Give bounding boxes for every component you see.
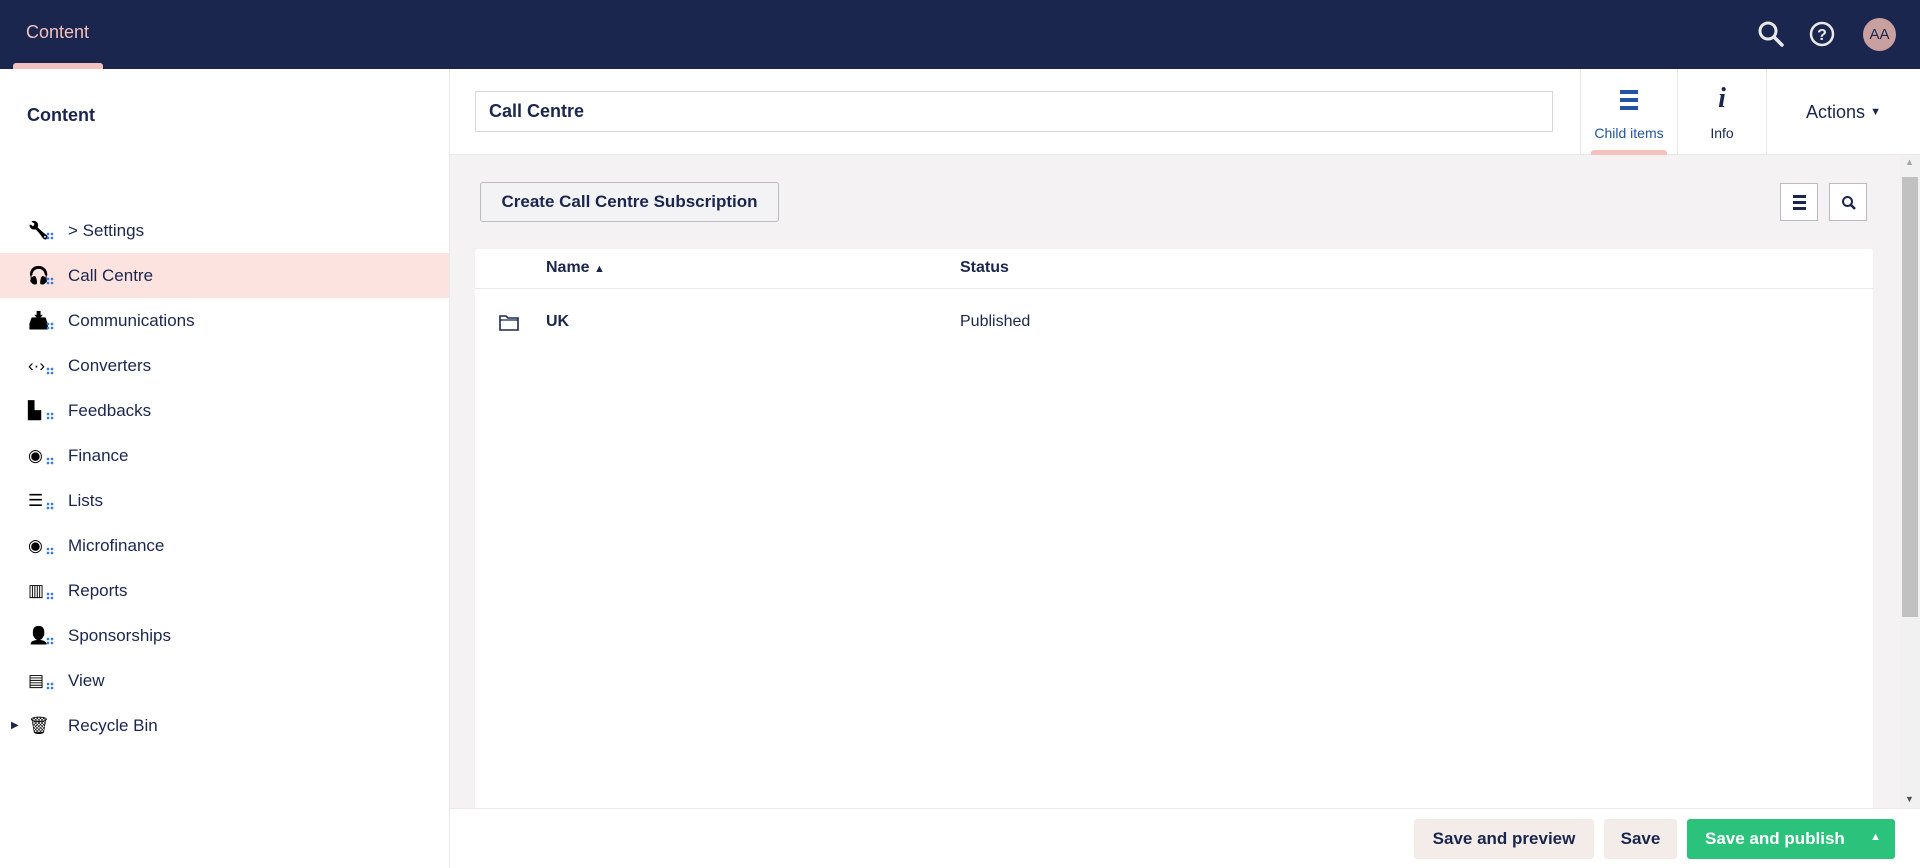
actions-button[interactable]: Actions ▼ [1766, 69, 1920, 155]
scroll-up-icon[interactable]: ▲ [1905, 157, 1914, 167]
column-name[interactable]: Name ▲ [546, 259, 605, 277]
row-name[interactable]: UK [546, 313, 569, 331]
document-type-dots [46, 637, 54, 645]
tree-item-label: Recycle Bin [68, 715, 158, 735]
layout-toggle-button[interactable] [1780, 183, 1818, 221]
tree-item-communications[interactable]: 📥 Communications [0, 298, 449, 343]
tree-item-label: Call Centre [68, 265, 154, 285]
scroll-down-icon[interactable]: ▼ [1905, 794, 1914, 804]
tree-item-label: View [68, 670, 105, 690]
tab-child-items[interactable]: Child items [1580, 69, 1677, 155]
document-type-dots [46, 277, 54, 285]
scrollbar-thumb[interactable] [1902, 177, 1918, 617]
name-input[interactable]: Call Centre [475, 91, 1553, 132]
content-tree: Content 🔧 > Settings 🎧 Call Centre 📥 Communic… [0, 69, 450, 868]
document-type-dots [46, 232, 54, 240]
document-type-dots [46, 502, 54, 510]
editor-header: Call Centre Child items i Info Actions ▼ [450, 69, 1920, 155]
tree-item-label: Converters [68, 355, 152, 375]
search-icon[interactable] [1757, 20, 1785, 48]
info-icon: i [1718, 83, 1726, 114]
help-icon[interactable]: ? [1808, 20, 1836, 48]
caret-up-icon[interactable]: ▲ [1870, 831, 1881, 843]
expand-caret-icon[interactable]: ▶ [11, 720, 19, 731]
tab-info[interactable]: i Info [1677, 69, 1766, 155]
tree-title: Content [27, 105, 95, 125]
tree-item-label: Reports [68, 580, 128, 600]
top-bar: Content ? AA [0, 0, 1920, 69]
tree-item-label: Sponsorships [68, 625, 172, 645]
tree-item-finance[interactable]: ◉ Finance [0, 433, 449, 478]
document-type-dots [46, 457, 54, 465]
document-type-dots [46, 592, 54, 600]
list-icon [1620, 90, 1638, 110]
tree-item-lists[interactable]: ☰ Lists [0, 478, 449, 523]
sort-ascending-icon: ▲ [594, 263, 605, 275]
list-view: Create Call Centre Subscription Name ▲ S… [450, 155, 1900, 808]
tree-item-sponsorships[interactable]: 👤 Sponsorships [0, 613, 449, 658]
tree-item-label: Microfinance [68, 535, 165, 555]
section-content[interactable]: Content [26, 22, 89, 43]
scrollbar[interactable]: ▲ ▼ [1900, 155, 1920, 808]
document-type-dots [46, 412, 54, 420]
save-and-preview-button[interactable]: Save and preview [1414, 819, 1594, 859]
tree-item-label: Communications [68, 310, 195, 330]
search-button[interactable] [1829, 183, 1867, 221]
save-button[interactable]: Save [1604, 819, 1677, 859]
tree-item-label: > Settings [68, 220, 145, 240]
column-status[interactable]: Status [960, 259, 1009, 277]
tree-item-recyclebin[interactable]: ▶ 🗑 Recycle Bin [0, 703, 449, 748]
tree-item-settings[interactable]: 🔧 > Settings [0, 208, 449, 253]
tree-item-label: Feedbacks [68, 400, 152, 420]
tree-item-view[interactable]: ▤ View [0, 658, 449, 703]
list-icon [1793, 195, 1806, 210]
table-header: Name ▲ Status [475, 249, 1873, 289]
table-row[interactable]: UK Published [475, 289, 1873, 355]
document-type-dots [46, 322, 54, 330]
tree-item-callcentre[interactable]: 🎧 Call Centre [0, 253, 449, 298]
folder-icon [499, 315, 519, 331]
avatar[interactable]: AA [1863, 18, 1896, 51]
tree-item-label: Finance [68, 445, 129, 465]
trash-icon: 🗑 [28, 715, 50, 735]
tree-item-label: Lists [68, 490, 103, 510]
document-type-dots [46, 682, 54, 690]
editor-footer: Save and preview Save Save and publish ▲ [450, 808, 1920, 868]
list-table: Name ▲ Status UK Published [475, 249, 1873, 808]
caret-down-icon: ▼ [1870, 106, 1881, 118]
search-icon [1842, 196, 1856, 210]
document-type-dots [46, 547, 54, 555]
tree-item-converters[interactable]: ‹·› Converters [0, 343, 449, 388]
save-and-publish-group: Save and publish ▲ [1687, 819, 1895, 859]
document-type-dots [46, 367, 54, 375]
tree-item-microfinance[interactable]: ◉ Microfinance [0, 523, 449, 568]
save-and-publish-button[interactable]: Save and publish [1705, 829, 1845, 849]
tree-item-reports[interactable]: ▥ Reports [0, 568, 449, 613]
row-status: Published [960, 313, 1031, 330]
tree-item-feedbacks[interactable]: ▙ Feedbacks [0, 388, 449, 433]
svg-text:?: ? [1817, 27, 1827, 44]
create-subscription-button[interactable]: Create Call Centre Subscription [480, 182, 779, 222]
